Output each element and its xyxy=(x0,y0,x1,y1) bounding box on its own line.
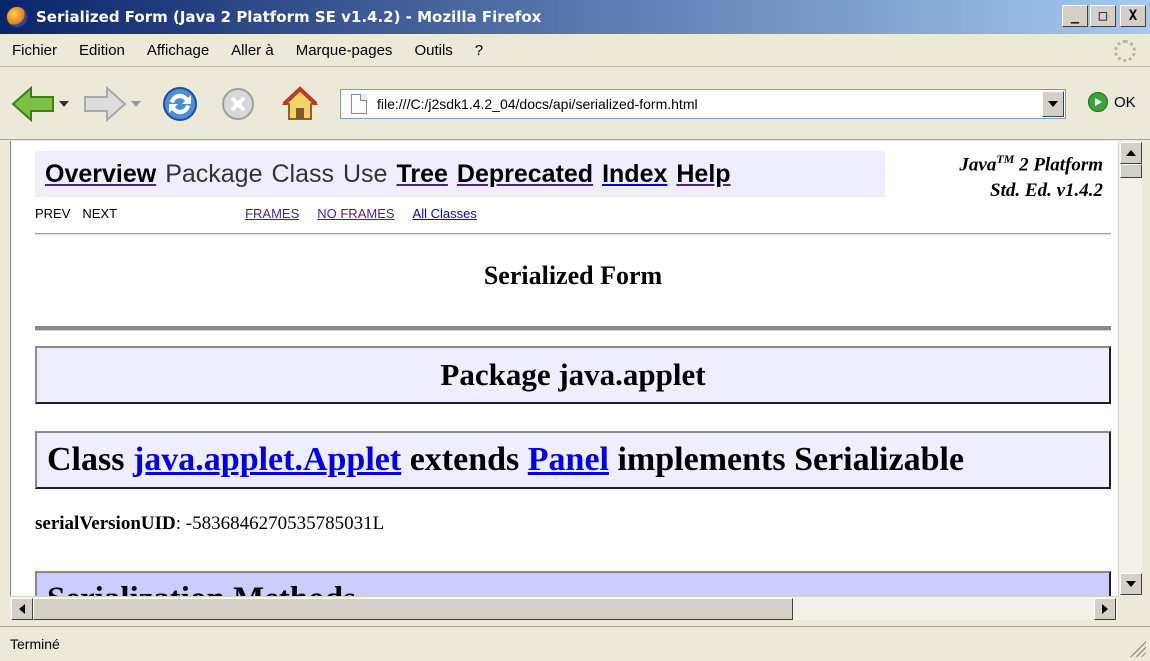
home-button[interactable] xyxy=(278,82,322,126)
nav-tree-link[interactable]: Tree xyxy=(396,160,447,189)
scroll-right-button[interactable] xyxy=(1094,598,1116,620)
back-dropdown-icon[interactable] xyxy=(58,98,70,110)
reload-button[interactable] xyxy=(158,82,202,126)
platform-java: Java xyxy=(959,154,997,176)
javadoc-subnav: PREV NEXT FRAMES NO FRAMES All Classes xyxy=(35,203,885,223)
nav-deprecated-link[interactable]: Deprecated xyxy=(457,160,593,189)
arrow-left-icon xyxy=(19,604,25,614)
divider xyxy=(35,233,1111,235)
window-title: Serialized Form (Java 2 Platform SE v1.4… xyxy=(36,8,542,26)
nav-use: Use xyxy=(343,159,388,188)
arrow-right-icon xyxy=(1102,604,1108,614)
next-label: NEXT xyxy=(82,205,118,221)
platform-label: JavaTM 2 Platform Std. Ed. v1.4.2 xyxy=(883,151,1103,204)
resize-grip-icon[interactable] xyxy=(1128,639,1146,657)
menu-affichage[interactable]: Affichage xyxy=(147,42,209,59)
forward-button[interactable] xyxy=(82,84,128,124)
nav-overview-link[interactable]: Overview xyxy=(45,160,156,189)
back-button[interactable] xyxy=(10,84,56,124)
horizontal-scroll-thumb[interactable] xyxy=(33,598,793,620)
nav-class: Class xyxy=(271,159,334,188)
menu-edition[interactable]: Edition xyxy=(79,42,125,59)
frame-right xyxy=(1142,141,1150,626)
frames-link[interactable]: FRAMES xyxy=(245,206,299,221)
title-bar: Serialized Form (Java 2 Platform SE v1.4… xyxy=(0,0,1150,34)
frame-left xyxy=(0,141,10,626)
class-header: Class java.applet.Applet extends Panel i… xyxy=(35,431,1111,489)
arrow-up-icon xyxy=(1126,150,1136,156)
go-label: OK xyxy=(1114,93,1136,111)
superclass-link[interactable]: Panel xyxy=(528,441,609,479)
all-classes-link[interactable]: All Classes xyxy=(413,206,477,221)
home-icon xyxy=(281,86,319,120)
serial-label: serialVersionUID xyxy=(35,513,176,534)
chevron-down-icon xyxy=(1048,101,1058,107)
platform-tm: TM xyxy=(996,152,1015,166)
no-frames-link[interactable]: NO FRAMES xyxy=(317,206,394,221)
horizontal-scrollbar[interactable] xyxy=(10,596,1118,620)
back-arrow-icon xyxy=(11,86,54,122)
class-extends: extends xyxy=(409,441,520,478)
serial-version-uid: serialVersionUID: -5836846270535785031L xyxy=(35,513,384,535)
scrollbar-corner xyxy=(1118,596,1142,620)
navigation-toolbar: OK xyxy=(0,68,1150,140)
window-controls: _ □ X xyxy=(1062,5,1146,27)
nav-package: Package xyxy=(165,159,263,188)
stop-icon xyxy=(222,88,254,120)
platform-rest: 2 Platform xyxy=(1014,154,1103,176)
go-button[interactable]: OK xyxy=(1088,92,1136,112)
status-text: Terminé xyxy=(10,636,60,652)
scroll-down-button[interactable] xyxy=(1120,573,1142,595)
url-input[interactable] xyxy=(377,96,1042,112)
scroll-up-button[interactable] xyxy=(1120,142,1142,164)
close-button[interactable]: X xyxy=(1120,5,1146,27)
firefox-logo-icon xyxy=(6,6,28,28)
throbber-icon xyxy=(1114,40,1136,62)
status-bar: Terminé xyxy=(0,626,1150,661)
nav-index-link[interactable]: Index xyxy=(602,160,667,189)
platform-edition: Std. Ed. v1.4.2 xyxy=(990,179,1103,201)
package-header: Package java.applet xyxy=(35,346,1111,404)
minimize-button[interactable]: _ xyxy=(1062,5,1088,27)
class-implements: implements Serializable xyxy=(617,441,965,478)
class-prefix: Class xyxy=(47,441,125,478)
menu-help[interactable]: ? xyxy=(475,42,483,59)
url-bar xyxy=(340,89,1066,119)
menu-marque-pages[interactable]: Marque-pages xyxy=(296,42,393,59)
menu-fichier[interactable]: Fichier xyxy=(12,42,57,59)
nav-help-link[interactable]: Help xyxy=(676,160,730,189)
class-link[interactable]: java.applet.Applet xyxy=(133,441,401,479)
prev-label: PREV xyxy=(35,205,71,221)
stop-button[interactable] xyxy=(218,84,258,124)
menu-aller-a[interactable]: Aller à xyxy=(231,42,274,59)
serialization-methods-header: Serialization Methods xyxy=(35,571,1111,596)
page-icon xyxy=(351,94,367,114)
go-arrow-icon xyxy=(1088,92,1108,112)
divider-thick xyxy=(35,326,1111,331)
javadoc-nav-bar: Overview Package Class Use Tree Deprecat… xyxy=(35,151,885,197)
menu-outils[interactable]: Outils xyxy=(414,42,452,59)
maximize-button[interactable]: □ xyxy=(1090,5,1116,27)
serial-value: : -5836846270535785031L xyxy=(175,513,385,534)
reload-icon xyxy=(163,87,197,121)
scroll-left-button[interactable] xyxy=(11,598,33,620)
forward-dropdown-icon[interactable] xyxy=(130,98,142,110)
vertical-scroll-thumb[interactable] xyxy=(1120,164,1142,178)
menu-bar: Fichier Edition Affichage Aller à Marque… xyxy=(0,34,1150,67)
url-history-dropdown[interactable] xyxy=(1042,91,1064,117)
page-viewport: Overview Package Class Use Tree Deprecat… xyxy=(10,141,1118,596)
forward-arrow-icon xyxy=(84,86,127,122)
arrow-down-icon xyxy=(1126,581,1136,587)
vertical-scrollbar[interactable] xyxy=(1118,141,1142,596)
page-title: Serialized Form xyxy=(483,261,663,290)
